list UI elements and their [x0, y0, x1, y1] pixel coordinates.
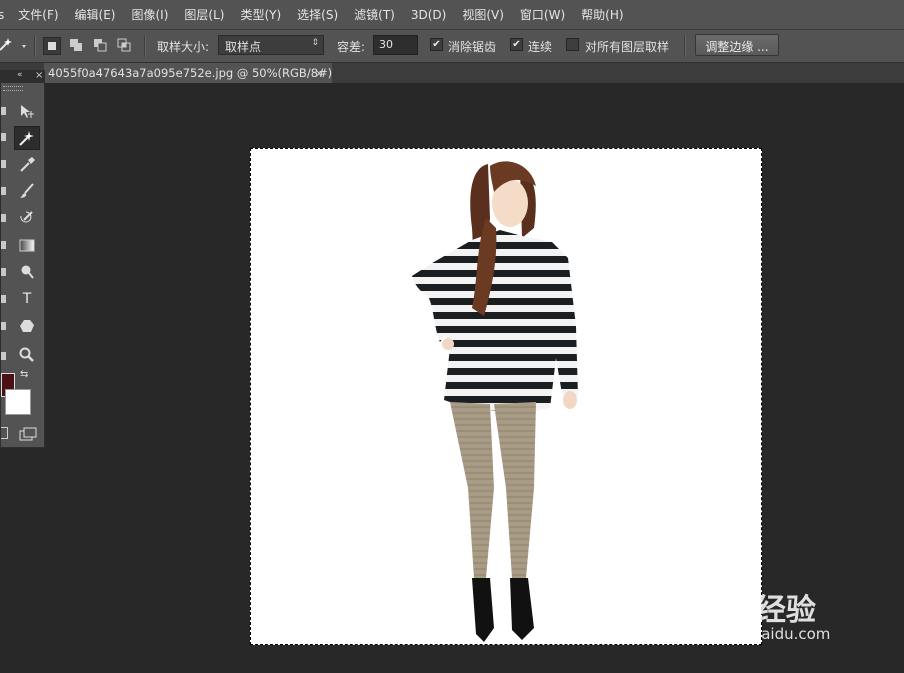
contiguous-checkbox[interactable]: ✔ [510, 38, 523, 51]
document-tab-title: 4055f0a47643a7a095e752e.jpg @ 50%(RGB/8#… [48, 66, 332, 80]
tool-stub [1, 187, 6, 195]
select-arrows-icon: ⇕ [311, 38, 319, 48]
photo-model-image [412, 161, 578, 642]
text-tool-icon[interactable]: T [14, 287, 40, 311]
sample-size-value: 取样点 [225, 40, 262, 54]
refine-edge-button[interactable]: 调整边缘 ... [695, 34, 779, 56]
dodge-tool-icon[interactable] [14, 260, 40, 284]
separator [684, 35, 686, 57]
sample-all-layers-checkbox[interactable] [566, 38, 579, 51]
antialias-label: 消除锯齿 [448, 40, 497, 54]
magic-wand-tool-icon[interactable] [14, 126, 40, 150]
menu-edit[interactable]: 编辑(E) [75, 6, 116, 23]
tool-stub [1, 268, 6, 276]
subtract-from-selection-icon[interactable] [92, 37, 108, 53]
new-selection-icon[interactable] [43, 37, 61, 55]
close-tab-icon[interactable]: × [314, 63, 324, 83]
history-brush-tool-icon[interactable] [14, 206, 40, 230]
menu-bar: s 文件(F) 编辑(E) 图像(I) 图层(L) 类型(Y) 选择(S) 滤镜… [0, 0, 904, 30]
tools-panel: « × T ⇆ [0, 70, 45, 448]
path-selection-tool-icon[interactable] [14, 99, 40, 123]
menu-layer[interactable]: 图层(L) [184, 6, 224, 23]
tool-stub [1, 133, 6, 141]
separator [144, 35, 146, 57]
contiguous-label: 连续 [528, 40, 553, 54]
sample-size-select[interactable]: 取样点 ⇕ [218, 35, 324, 55]
swap-colors-icon[interactable]: ⇆ [20, 369, 28, 380]
menu-image[interactable]: 图像(I) [132, 6, 169, 23]
tool-stub [1, 241, 6, 249]
brush-tool-icon[interactable] [14, 179, 40, 203]
menu-view[interactable]: 视图(V) [462, 6, 504, 23]
grip-icon[interactable] [3, 86, 23, 91]
watermark-brand: Bai 经验 [692, 593, 816, 628]
separator [34, 35, 36, 57]
sample-all-layers-label: 对所有图层取样 [585, 40, 670, 54]
eyedropper-tool-icon[interactable] [14, 152, 40, 176]
quick-mask-icon[interactable] [1, 427, 8, 439]
tool-stub [1, 107, 6, 115]
tool-stub [1, 322, 6, 330]
intersect-selection-icon[interactable] [116, 37, 132, 53]
zoom-tool-icon[interactable] [14, 343, 40, 367]
screen-mode-icon[interactable] [19, 427, 37, 444]
collapse-panel-icon[interactable]: « [17, 70, 23, 80]
menu-file[interactable]: 文件(F) [18, 6, 58, 23]
document-tab-bar: 4055f0a47643a7a095e752e.jpg @ 50%(RGB/8#… [0, 63, 904, 83]
options-bar: 取样大小: 取样点 ⇕ 容差: 30 ✔ 消除锯齿 ✔ 连续 对所有图层取样 调… [0, 30, 904, 63]
tool-stub [1, 295, 6, 303]
menu-window[interactable]: 窗口(W) [520, 6, 565, 23]
gradient-tool-icon[interactable] [14, 233, 40, 257]
tolerance-label: 容差: [337, 40, 366, 54]
menu-item-edge[interactable]: s [0, 8, 4, 22]
tolerance-input[interactable]: 30 [373, 35, 418, 55]
menu-help[interactable]: 帮助(H) [581, 6, 623, 23]
close-panel-icon[interactable]: × [35, 70, 43, 81]
add-to-selection-icon[interactable] [68, 37, 84, 53]
menu-type[interactable]: 类型(Y) [240, 6, 281, 23]
custom-shape-tool-icon[interactable] [14, 314, 40, 338]
document-tab[interactable]: 4055f0a47643a7a095e752e.jpg @ 50%(RGB/8#… [44, 63, 332, 83]
antialias-checkbox[interactable]: ✔ [430, 38, 443, 51]
tool-stub [1, 160, 6, 168]
menu-select[interactable]: 选择(S) [297, 6, 338, 23]
background-color-swatch[interactable] [5, 389, 31, 415]
sample-size-label: 取样大小: [157, 40, 210, 54]
magic-wand-preset-icon[interactable] [0, 36, 30, 56]
menu-filter[interactable]: 滤镜(T) [354, 6, 395, 23]
tools-panel-header[interactable]: « × [1, 70, 45, 83]
tool-stub [1, 214, 6, 222]
watermark-url: jingyan.baidu.com [692, 625, 831, 643]
menu-3d[interactable]: 3D(D) [411, 8, 446, 22]
tool-stub [1, 352, 6, 360]
